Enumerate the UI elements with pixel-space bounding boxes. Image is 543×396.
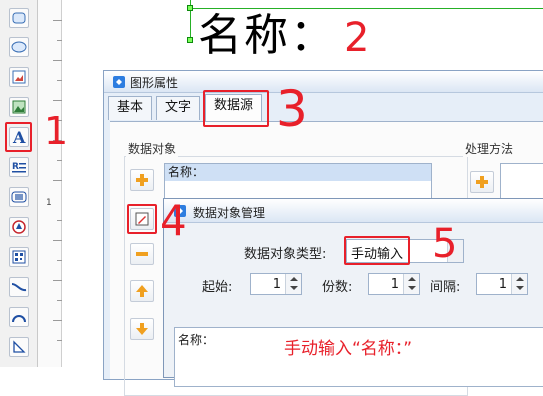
properties-title: 图形属性 [130,76,179,90]
window-app-icon [112,75,126,92]
resize-handle[interactable] [187,37,193,43]
object-type-label: 数据对象类型: [244,247,327,262]
content-text: 名称： [178,333,215,347]
curve-icon[interactable] [9,277,29,297]
tab-text[interactable]: 文字 [156,96,201,120]
manager-title-bar[interactable]: 数据对象管理 [164,199,543,223]
step-3-annotation: 3 [276,80,308,138]
processing-method-label: 处理方法 [463,140,516,157]
move-up-button[interactable] [130,280,154,302]
rounded-rect-icon[interactable] [9,8,29,28]
barcode-icon[interactable] [9,187,29,207]
copies-spinner[interactable]: 1 [368,273,420,295]
move-down-button[interactable] [130,318,154,340]
manager-title: 数据对象管理 [193,206,266,220]
interval-label: 间隔: [430,280,461,295]
copies-label: 份数: [322,280,353,295]
interval-value: 1 [498,277,507,292]
arrow-down-icon [136,323,148,335]
spinner-arrows[interactable] [511,274,527,294]
start-label: 起始: [202,280,233,295]
polyline-icon[interactable] [9,337,29,357]
arrow-up-icon [136,285,148,297]
svg-text:R: R [12,162,19,172]
properties-title-bar[interactable]: 图形属性 [104,71,543,93]
label-text: 名称： [198,10,336,61]
data-objects-label: 数据对象 [126,140,179,157]
ruler-marker: 1 [46,198,52,208]
step-4-annotation: 4 [160,196,187,245]
copies-value: 1 [390,277,399,292]
plus-icon [476,176,488,188]
plus-icon [136,174,148,186]
spinner-arrows[interactable] [403,274,419,294]
remove-object-button[interactable] [130,243,154,265]
start-value: 1 [272,277,281,292]
add-process-button[interactable] [470,171,494,193]
rich-text-icon[interactable]: R [9,157,29,177]
highlight-manual-input [344,236,410,265]
instruction-annotation: 手动输入“名称：” [284,339,413,359]
arc-icon[interactable] [9,307,29,327]
vertical-ruler: 1 [38,0,62,367]
spinner-arrows[interactable] [285,274,301,294]
list-item[interactable]: 名称： [165,164,431,181]
start-spinner[interactable]: 1 [250,273,302,295]
step-5-annotation: 5 [432,221,458,267]
tab-basic[interactable]: 基本 [108,96,153,120]
ellipse-icon[interactable] [9,37,29,57]
highlight-text-tool [5,122,32,152]
interval-spinner[interactable]: 1 [476,273,528,295]
minus-icon [136,252,148,256]
qrcode-icon[interactable] [9,247,29,267]
toolbox-strip: A R [0,0,38,367]
picture-icon[interactable] [9,97,29,117]
image-icon[interactable] [9,67,29,87]
resize-handle[interactable] [187,5,193,11]
shapes-icon[interactable] [9,217,29,237]
step-1-annotation: 1 [44,109,69,153]
step-2-annotation: 2 [344,15,370,61]
highlight-edit-button [127,204,157,234]
add-object-button[interactable] [130,169,154,191]
highlight-data-source-tab [203,90,269,127]
